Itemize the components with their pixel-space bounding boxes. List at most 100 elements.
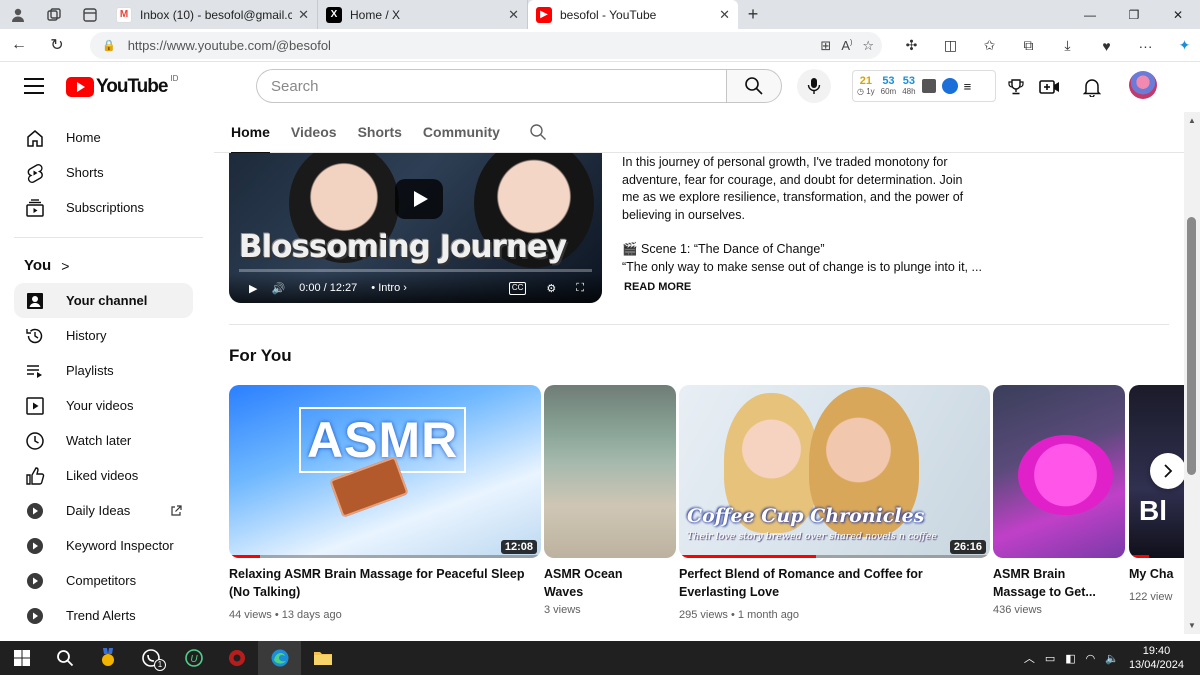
favorites-icon[interactable]: ✩ (970, 37, 1009, 54)
channel-search-icon[interactable] (529, 112, 547, 153)
sidebar-item-your-videos[interactable]: Your videos (14, 388, 193, 423)
menu-icon[interactable] (24, 78, 44, 94)
chart-icon[interactable] (921, 79, 936, 93)
video-thumbnail[interactable] (993, 385, 1125, 558)
sidebar-item-playlists[interactable]: Playlists (14, 353, 193, 388)
voice-search-button[interactable] (797, 69, 831, 103)
close-tab-icon[interactable]: ✕ (298, 7, 309, 23)
tab-actions-icon[interactable] (72, 0, 108, 29)
browser-essentials-icon[interactable]: ♥ (1087, 38, 1126, 54)
lock-icon[interactable]: 🔒 (102, 39, 116, 52)
vidiq-icon[interactable] (941, 78, 958, 94)
sidebar-you-header[interactable]: You > (24, 257, 69, 274)
volume-icon[interactable]: 🔊 (271, 282, 285, 295)
whatsapp-icon[interactable]: 1 (129, 641, 172, 675)
read-more-link[interactable]: READ MORE (624, 281, 691, 293)
notifications-bell-icon[interactable] (1079, 74, 1105, 100)
refresh-button[interactable]: ↻ (38, 29, 76, 62)
scroll-up-icon[interactable]: ▲ (1188, 116, 1196, 125)
split-screen-icon[interactable]: ◫ (931, 37, 970, 54)
edge-browser-icon[interactable] (258, 641, 301, 675)
show-hidden-icons-icon[interactable]: ︿ (1024, 650, 1035, 666)
search-button[interactable] (726, 69, 782, 103)
favorite-star-icon[interactable]: ☆ (862, 38, 874, 54)
extensions-icon[interactable]: ✣ (892, 37, 931, 54)
sidebar-item-competitors[interactable]: Competitors (14, 563, 193, 598)
play-overlay-button[interactable] (395, 179, 443, 219)
new-tab-button[interactable]: + (738, 4, 768, 25)
sidebar-item-home[interactable]: Home (14, 120, 193, 155)
meet-now-icon[interactable]: ◧ (1065, 652, 1075, 665)
scrollbar-thumb[interactable] (1187, 217, 1196, 475)
app-icon-red[interactable] (215, 641, 258, 675)
video-title[interactable]: My Cha (1129, 566, 1184, 584)
battery-icon[interactable]: ▭ (1045, 652, 1055, 665)
video-thumbnail[interactable] (544, 385, 676, 558)
copilot-icon[interactable]: ✦ (1165, 37, 1200, 54)
minimize-icon[interactable]: — (1068, 0, 1112, 29)
video-title[interactable]: ASMR Ocean Waves (544, 566, 654, 601)
tab-videos[interactable]: Videos (291, 112, 337, 153)
video-title[interactable]: ASMR Brain Massage to Get... (993, 566, 1103, 601)
browser-tab-x[interactable]: X Home / X ✕ (318, 0, 528, 29)
wifi-icon[interactable]: ◠ (1086, 652, 1096, 665)
chapter-label[interactable]: • Intro › (371, 282, 407, 294)
system-clock[interactable]: 19:40 13/04/2024 (1129, 644, 1184, 672)
close-window-icon[interactable]: ✕ (1156, 0, 1200, 29)
list-icon[interactable]: ≡ (964, 79, 972, 94)
search-input[interactable]: Search (256, 69, 727, 103)
video-card[interactable]: Bl My Cha 122 view (1129, 385, 1184, 625)
tab-home[interactable]: Home (231, 112, 270, 154)
tab-shorts[interactable]: Shorts (358, 112, 402, 153)
sidebar-item-liked-videos[interactable]: Liked videos (14, 458, 193, 493)
windows-start-icon[interactable] (0, 641, 43, 675)
sidebar-item-trend-alerts[interactable]: Trend Alerts (14, 598, 193, 633)
trophy-icon[interactable] (1003, 74, 1029, 100)
carousel-next-button[interactable] (1150, 453, 1184, 489)
video-thumbnail[interactable]: Coffee Cup Chronicles Their love story b… (679, 385, 990, 558)
play-icon[interactable]: ▶ (249, 282, 257, 295)
tab-community[interactable]: Community (423, 112, 500, 153)
more-options-icon[interactable]: ··· (1126, 38, 1165, 54)
downloads-icon[interactable]: ⤓ (1048, 37, 1087, 54)
create-video-icon[interactable] (1037, 74, 1063, 100)
fullscreen-icon[interactable]: ⛶ (576, 282, 584, 295)
sidebar-item-daily-ideas[interactable]: Daily Ideas (14, 493, 193, 528)
workspaces-icon[interactable] (36, 0, 72, 29)
video-progress-bar[interactable] (239, 269, 592, 272)
read-aloud-icon[interactable]: A) (841, 38, 852, 54)
video-thumbnail[interactable]: ASMR 12:08 (229, 385, 541, 558)
browser-tab-youtube[interactable]: ▶ besofol - YouTube ✕ (528, 0, 738, 29)
captions-icon[interactable]: CC (508, 281, 527, 295)
scroll-down-icon[interactable]: ▼ (1188, 621, 1196, 630)
close-tab-icon[interactable]: ✕ (719, 7, 730, 23)
profile-icon[interactable] (0, 0, 36, 29)
sidebar-item-keyword-inspector[interactable]: Keyword Inspector (14, 528, 193, 563)
browser-tab-gmail[interactable]: M Inbox (10) - besofol@gmail.com ✕ (108, 0, 318, 29)
back-button[interactable]: ← (0, 29, 38, 62)
featured-video-player[interactable]: Blossoming Journey ▶ 🔊 0:00 / 12:27 • In… (229, 153, 602, 303)
settings-gear-icon[interactable]: ⚙ (546, 282, 556, 295)
upwork-icon[interactable]: U (172, 641, 215, 675)
sidebar-item-watch-later[interactable]: Watch later (14, 423, 193, 458)
external-link-icon[interactable] (170, 505, 182, 520)
medal-app-icon[interactable] (86, 641, 129, 675)
maximize-icon[interactable]: ❐ (1112, 0, 1156, 29)
volume-icon[interactable]: 🔈 (1105, 652, 1119, 665)
sidebar-item-subscriptions[interactable]: Subscriptions (14, 190, 193, 225)
sidebar-item-your-channel[interactable]: Your channel (14, 283, 193, 318)
avatar[interactable] (1129, 71, 1157, 99)
close-tab-icon[interactable]: ✕ (508, 7, 519, 23)
file-explorer-icon[interactable] (301, 641, 344, 675)
youtube-logo[interactable]: YouTube ID (66, 74, 178, 98)
taskbar-search-icon[interactable] (43, 641, 86, 675)
app-available-icon[interactable]: ⊞ (820, 38, 831, 54)
video-title[interactable]: Relaxing ASMR Brain Massage for Peaceful… (229, 566, 529, 601)
page-scrollbar[interactable]: ▲ ▼ (1184, 112, 1200, 634)
video-title[interactable]: Perfect Blend of Romance and Coffee for … (679, 566, 939, 601)
url-field[interactable]: 🔒 https://www.youtube.com/@besofol ⊞ A) … (90, 32, 882, 59)
sidebar-item-history[interactable]: History (14, 318, 193, 353)
vidiq-stats-widget[interactable]: 21 ◷ 1y 53 60m 53 48h ≡ (852, 70, 996, 102)
collections-icon[interactable]: ⧉ (1009, 37, 1048, 54)
sidebar-item-shorts[interactable]: Shorts (14, 155, 193, 190)
